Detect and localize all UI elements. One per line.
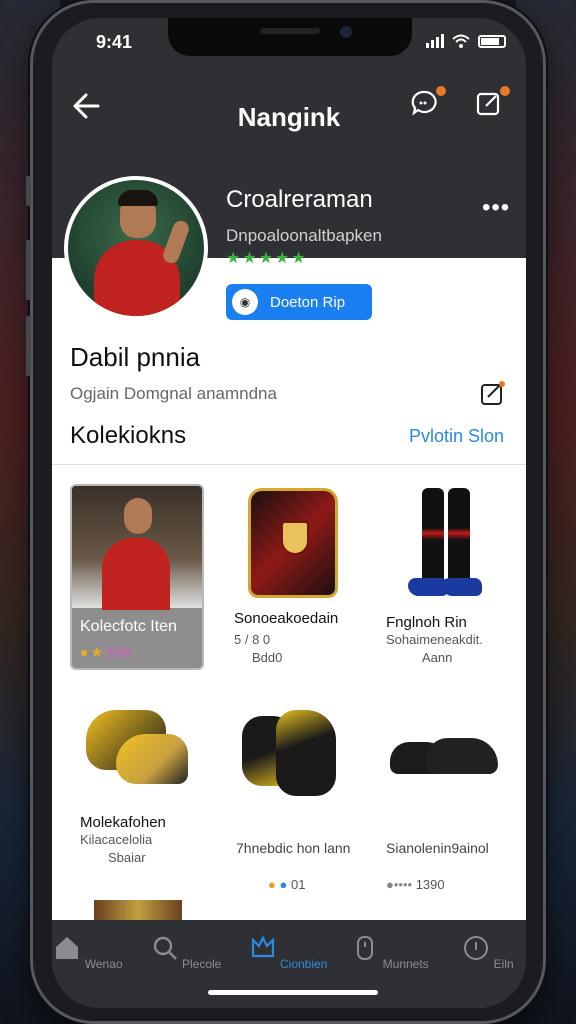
status-time: 9:41	[96, 32, 133, 52]
item-meta: Aann	[422, 650, 453, 665]
collection-item-boots-yellow[interactable]: Molekafohen Kilacacelolia Sbaiar	[80, 706, 220, 867]
star-icon: ★	[90, 644, 104, 660]
chat-badge	[436, 86, 446, 96]
tab-home[interactable]: Wenao	[52, 934, 128, 971]
volume-down-button	[26, 316, 31, 376]
star-icon: ★	[275, 250, 290, 267]
phone-notch	[168, 18, 412, 56]
more-options-icon[interactable]: •••	[482, 194, 510, 222]
section-title: Dabil pnnia	[70, 342, 201, 372]
section-subtitle: Ogjain Domgnal anamndna	[70, 384, 277, 403]
item-meta: Sohaimeneakdit.	[386, 632, 483, 647]
compose-badge	[500, 86, 510, 96]
shield-icon: ◉	[232, 289, 258, 315]
collection-item-shoes-black[interactable]: Sianolenin9ainol ●•••• 1390	[386, 706, 526, 894]
volume-up-button	[26, 240, 31, 300]
collection-item-jersey[interactable]: Sonoeakoedain 5 / 8 0 Bdd0	[234, 488, 364, 667]
badge-label: Doeton Rip	[270, 293, 346, 311]
tab-label: Wenao	[84, 957, 123, 971]
item-meta: Sbaiar	[108, 850, 146, 865]
item-name: Sianolenin9ainol	[386, 840, 489, 856]
item-meta: ● ● 01	[268, 877, 306, 892]
tab-profile[interactable]: Eiln	[448, 934, 526, 971]
featured-label: Kolecfotc Iten	[80, 618, 177, 635]
divider	[52, 464, 526, 465]
player-photo	[72, 486, 202, 610]
collection-item-boots-black[interactable]: 7hnebdic hon lann ● ● 01	[236, 706, 376, 894]
tab-search[interactable]: Plecole	[146, 934, 226, 971]
profile-avatar[interactable]	[64, 176, 208, 320]
camera-icon	[340, 26, 352, 38]
item-name: 7hnebdic hon lann	[236, 840, 351, 856]
home-icon	[56, 937, 79, 959]
moments-icon	[357, 936, 374, 960]
item-name: Molekafohen	[80, 814, 166, 831]
profile-badge-button[interactable]: ◉ Doeton Rip	[226, 284, 372, 320]
item-meta: Bdd0	[252, 650, 283, 665]
featured-collection-card[interactable]: Kolecfotc Iten ● ★ 5/86	[70, 484, 204, 670]
tab-label: Plecole	[181, 957, 222, 971]
featured-chips: ● ★ 5/86	[80, 644, 133, 660]
home-indicator[interactable]	[208, 990, 378, 995]
rating-stars: ★ ★ ★ ★ ★	[226, 248, 306, 268]
chat-button[interactable]	[410, 86, 446, 122]
wifi-icon	[452, 34, 470, 48]
star-icon: ★	[242, 250, 257, 267]
collection-title: Kolekiokns	[70, 422, 187, 449]
profile-subtitle: Dnpoaloonaltbapken	[226, 226, 382, 245]
profile-icon	[464, 936, 489, 960]
page-title: Nangink	[237, 102, 341, 132]
collection-icon	[251, 935, 274, 958]
item-meta: Kilacacelolia	[80, 832, 153, 847]
search-icon	[153, 936, 177, 960]
edit-icon	[481, 381, 505, 405]
mute-switch	[26, 176, 31, 206]
tab-label: Cionbien	[279, 957, 328, 971]
tab-label: Munnets	[382, 957, 429, 971]
star-icon: ★	[291, 250, 306, 267]
coin-icon: ●	[80, 644, 89, 660]
compose-button[interactable]	[474, 86, 510, 122]
edit-button[interactable]	[480, 380, 506, 406]
app-header: Nangink	[52, 68, 526, 150]
collection-item-socks[interactable]: Fnglnoh Rin Sohaimeneakdit. Aann	[386, 488, 516, 667]
battery-icon	[478, 35, 506, 48]
collection-link[interactable]: Pvlotin Slon	[409, 426, 504, 447]
app-screen: 9:41 Nangink Croalreraman Dnpoaloonaltba…	[52, 18, 526, 1008]
jersey-image	[248, 488, 338, 598]
tab-collection[interactable]: Cionbien	[248, 934, 328, 971]
star-icon: ★	[226, 250, 241, 267]
item-meta: ●•••• 1390	[386, 877, 445, 892]
item-name: Sonoeakoedain	[234, 610, 339, 627]
partial-item-image	[94, 900, 182, 920]
item-name: Fnglnoh Rin	[386, 614, 467, 631]
item-meta: 5 / 8 0	[234, 632, 271, 647]
profile-name: Croalreraman	[226, 186, 373, 213]
status-icons	[426, 34, 506, 48]
signal-icon	[426, 34, 444, 48]
star-icon: ★	[258, 250, 274, 267]
tab-moments[interactable]: Munnets	[350, 934, 430, 971]
tab-label: Eiln	[493, 957, 514, 971]
